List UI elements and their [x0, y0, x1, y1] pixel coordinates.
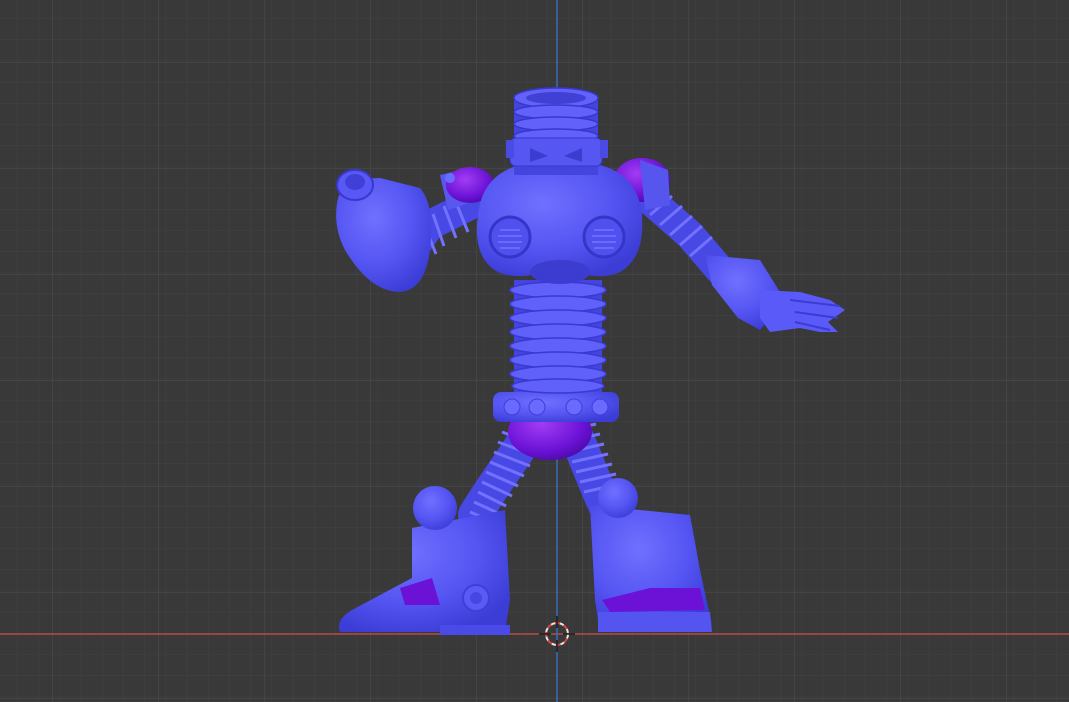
- viewport-canvas[interactable]: [0, 0, 1069, 702]
- torso-spring: [509, 280, 607, 394]
- 3d-viewport[interactable]: [0, 0, 1069, 702]
- belt: [493, 392, 619, 422]
- chest: [476, 165, 643, 284]
- head-coil: [506, 87, 608, 175]
